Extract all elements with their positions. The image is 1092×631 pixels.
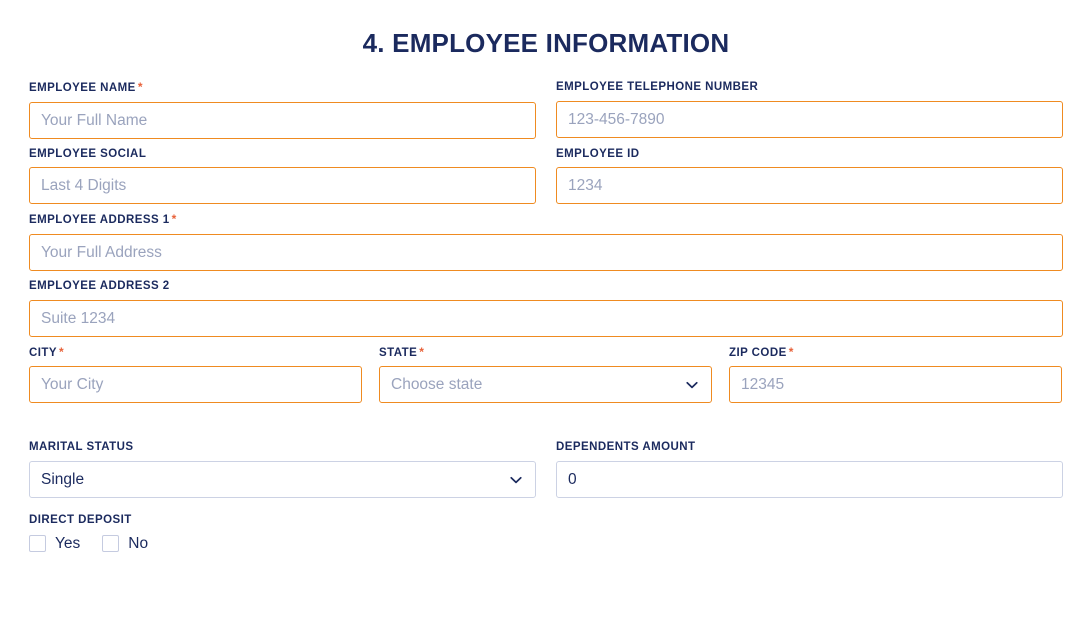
employee-name-placeholder: Your Full Name	[41, 111, 148, 129]
checkbox-yes-label: Yes	[55, 534, 81, 552]
label-marital-status-text: MARITAL STATUS	[29, 441, 134, 454]
form-row-social-id: EMPLOYEE SOCIAL Last 4 Digits EMPLOYEE I…	[29, 148, 1063, 205]
label-dependents-amount-text: DEPENDENTS AMOUNT	[556, 441, 696, 454]
zip-code-input[interactable]: 12345	[729, 366, 1062, 404]
form-row-marital-dependents: MARITAL STATUS Single DEPENDENTS AMOUNT	[29, 441, 1063, 499]
employee-telephone-number-placeholder: 123-456-7890	[568, 110, 665, 128]
employee-address-2-input[interactable]: Suite 1234	[29, 299, 1063, 337]
dependents-amount-input[interactable]: 0	[556, 461, 1063, 499]
field-employee-telephone-number: EMPLOYEE TELEPHONE NUMBER 123-456-7890	[556, 81, 1063, 139]
checkbox-no[interactable]	[102, 535, 120, 553]
label-zip-code: ZIP CODE *	[729, 344, 1062, 360]
chevron-down-icon	[685, 378, 699, 392]
employee-social-placeholder: Last 4 Digits	[41, 177, 127, 195]
state-select-value: Choose state	[391, 376, 483, 394]
employee-address-1-input[interactable]: Your Full Address	[29, 234, 1063, 272]
label-employee-id: EMPLOYEE ID	[556, 148, 1063, 161]
page-title: 4. EMPLOYEE INFORMATION	[362, 28, 730, 58]
state-select[interactable]: Choose state	[379, 366, 712, 404]
chevron-down-icon	[509, 473, 523, 487]
field-employee-address-1: EMPLOYEE ADDRESS 1 * Your Full Address	[29, 213, 1063, 272]
employee-telephone-number-input[interactable]: 123-456-7890	[556, 100, 1063, 138]
employee-address-1-placeholder: Your Full Address	[41, 243, 162, 261]
checkbox-no-label: No	[128, 534, 149, 552]
employee-information-form-page: 4. EMPLOYEE INFORMATION EMPLOYEE NAME * Y…	[0, 0, 1092, 631]
dependents-amount-value: 0	[568, 470, 577, 488]
label-employee-address-1: EMPLOYEE ADDRESS 1 *	[29, 213, 1063, 227]
label-city: CITY *	[29, 344, 362, 360]
field-employee-address-2: EMPLOYEE ADDRESS 2 Suite 1234	[29, 280, 1063, 337]
label-employee-telephone-number: EMPLOYEE TELEPHONE NUMBER	[556, 81, 1063, 94]
label-employee-address-2-text: EMPLOYEE ADDRESS 2	[29, 280, 170, 293]
employee-address-2-placeholder: Suite 1234	[41, 309, 116, 327]
field-marital-status: MARITAL STATUS Single	[29, 441, 536, 499]
employee-id-placeholder: 1234	[568, 177, 603, 195]
field-employee-social: EMPLOYEE SOCIAL Last 4 Digits	[29, 148, 536, 205]
direct-deposit-section: DIRECT DEPOSIT Yes No	[29, 514, 1063, 553]
label-state: STATE *	[379, 344, 712, 360]
label-city-text: CITY	[29, 346, 57, 359]
label-employee-address-1-text: EMPLOYEE ADDRESS 1	[29, 214, 170, 227]
field-state: STATE * Choose state	[379, 344, 712, 404]
label-employee-name-text: EMPLOYEE NAME	[29, 82, 136, 95]
label-employee-social-text: EMPLOYEE SOCIAL	[29, 147, 147, 160]
label-marital-status: MARITAL STATUS	[29, 441, 536, 454]
form-body: EMPLOYEE NAME * Your Full Name EMPLOYEE T…	[0, 81, 1092, 553]
employee-social-input[interactable]: Last 4 Digits	[29, 167, 536, 205]
direct-deposit-option-no[interactable]: No	[102, 535, 148, 553]
label-state-text: STATE	[379, 346, 418, 359]
direct-deposit-options: Yes No	[29, 535, 1063, 553]
field-dependents-amount: DEPENDENTS AMOUNT 0	[556, 441, 1063, 499]
marital-status-select[interactable]: Single	[29, 461, 536, 499]
label-dependents-amount: DEPENDENTS AMOUNT	[556, 441, 1063, 454]
form-row-address-2: EMPLOYEE ADDRESS 2 Suite 1234	[29, 280, 1063, 337]
field-employee-name: EMPLOYEE NAME * Your Full Name	[29, 81, 536, 139]
label-direct-deposit: DIRECT DEPOSIT	[29, 514, 132, 527]
employee-name-input[interactable]: Your Full Name	[29, 101, 536, 139]
required-asterisk: *	[59, 344, 65, 359]
field-zip-code: ZIP CODE * 12345	[729, 344, 1062, 404]
city-input[interactable]: Your City	[29, 366, 362, 404]
employee-id-input[interactable]: 1234	[556, 167, 1063, 205]
field-employee-id: EMPLOYEE ID 1234	[556, 148, 1063, 205]
label-employee-address-2: EMPLOYEE ADDRESS 2	[29, 280, 1063, 293]
required-asterisk: *	[788, 344, 794, 359]
checkbox-yes[interactable]	[29, 535, 46, 553]
field-city: CITY * Your City	[29, 344, 362, 404]
form-row-name-phone: EMPLOYEE NAME * Your Full Name EMPLOYEE T…	[29, 81, 1063, 139]
label-employee-social: EMPLOYEE SOCIAL	[29, 148, 536, 161]
label-employee-telephone-number-text: EMPLOYEE TELEPHONE NUMBER	[556, 81, 759, 94]
label-employee-name: EMPLOYEE NAME *	[29, 81, 536, 95]
form-row-address-1: EMPLOYEE ADDRESS 1 * Your Full Address	[29, 213, 1063, 272]
direct-deposit-option-yes[interactable]: Yes	[29, 535, 80, 553]
city-placeholder: Your City	[41, 376, 104, 394]
required-asterisk: *	[137, 80, 143, 95]
label-zip-code-text: ZIP CODE	[729, 346, 787, 359]
zip-code-placeholder: 12345	[741, 376, 785, 394]
marital-status-value: Single	[41, 470, 85, 488]
required-asterisk: *	[419, 344, 425, 359]
required-asterisk: *	[171, 212, 177, 227]
form-row-city-state-zip: CITY * Your City STATE * Choose state ZI…	[29, 344, 1063, 404]
label-employee-id-text: EMPLOYEE ID	[556, 147, 640, 160]
